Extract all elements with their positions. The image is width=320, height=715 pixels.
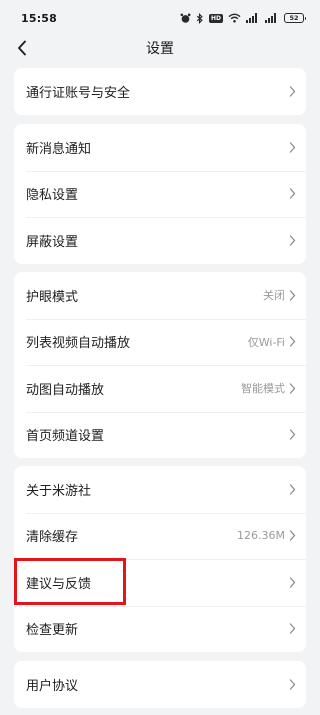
row-message-notification[interactable]: 新消息通知 bbox=[14, 124, 306, 171]
row-value: 仅Wi-Fi bbox=[247, 335, 285, 349]
row-label: 通行证账号与安全 bbox=[26, 85, 131, 101]
bluetooth-icon bbox=[196, 12, 203, 24]
settings-group-notifications: 新消息通知 隐私设置 屏蔽设置 bbox=[14, 124, 306, 264]
chevron-right-icon bbox=[289, 383, 296, 394]
row-label: 护眼模式 bbox=[26, 289, 79, 305]
row-feedback[interactable]: 建议与反馈 bbox=[14, 559, 306, 606]
settings-group-display: 护眼模式 关闭 列表视频自动播放 仅Wi-Fi 动图自动播放 智能模式 首页频道… bbox=[14, 272, 306, 458]
chevron-right-icon bbox=[289, 429, 296, 440]
chevron-right-icon bbox=[289, 530, 296, 541]
row-label: 动图自动播放 bbox=[26, 382, 105, 398]
row-gif-autoplay[interactable]: 动图自动播放 智能模式 bbox=[14, 365, 306, 412]
chevron-right-icon bbox=[289, 679, 296, 690]
row-label: 新消息通知 bbox=[26, 141, 92, 157]
status-icons: HD 52 bbox=[180, 12, 306, 24]
row-label: 用户协议 bbox=[26, 678, 79, 694]
row-label: 列表视频自动播放 bbox=[26, 336, 131, 352]
chevron-right-icon bbox=[289, 86, 296, 97]
settings-group-about: 关于米游社 清除缓存 126.36M 建议与反馈 检查更新 bbox=[14, 466, 306, 652]
row-about[interactable]: 关于米游社 bbox=[14, 466, 306, 513]
status-time: 15:58 bbox=[21, 11, 58, 25]
signal-icon-1 bbox=[246, 13, 257, 23]
row-user-agreement[interactable]: 用户协议 bbox=[14, 661, 306, 708]
chevron-right-icon bbox=[289, 484, 296, 495]
row-value: 智能模式 bbox=[241, 382, 285, 396]
chevron-right-icon bbox=[289, 290, 296, 301]
page-title: 设置 bbox=[146, 41, 174, 57]
row-label: 隐私设置 bbox=[26, 188, 79, 204]
row-label: 检查更新 bbox=[26, 623, 79, 639]
chevron-right-icon bbox=[289, 188, 296, 199]
row-home-channel-settings[interactable]: 首页频道设置 bbox=[14, 411, 306, 459]
row-value: 关闭 bbox=[263, 289, 285, 303]
chevron-right-icon bbox=[289, 142, 296, 153]
row-block-settings[interactable]: 屏蔽设置 bbox=[14, 217, 306, 264]
row-privacy-settings[interactable]: 隐私设置 bbox=[14, 170, 306, 218]
row-eye-protection[interactable]: 护眼模式 关闭 bbox=[14, 272, 306, 319]
row-label: 建议与反馈 bbox=[26, 576, 92, 592]
settings-group-account: 通行证账号与安全 bbox=[14, 68, 306, 115]
row-value: 126.36M bbox=[237, 529, 285, 543]
chevron-right-icon bbox=[289, 577, 296, 588]
row-label: 清除缓存 bbox=[26, 530, 79, 546]
row-label: 屏蔽设置 bbox=[26, 234, 79, 250]
chevron-right-icon bbox=[289, 235, 296, 246]
hd-badge: HD bbox=[208, 13, 223, 23]
chevron-left-icon bbox=[18, 40, 26, 56]
row-label: 关于米游社 bbox=[26, 483, 92, 499]
chevron-right-icon bbox=[289, 623, 296, 634]
row-account-security[interactable]: 通行证账号与安全 bbox=[14, 68, 306, 115]
row-video-autoplay[interactable]: 列表视频自动播放 仅Wi-Fi bbox=[14, 318, 306, 366]
row-clear-cache[interactable]: 清除缓存 126.36M bbox=[14, 512, 306, 560]
signal-icon-2 bbox=[265, 13, 276, 23]
back-button[interactable] bbox=[10, 36, 34, 60]
row-check-update[interactable]: 检查更新 bbox=[14, 605, 306, 653]
settings-group-legal: 用户协议 bbox=[14, 661, 306, 708]
alarm-icon bbox=[180, 13, 191, 23]
chevron-right-icon bbox=[289, 336, 296, 347]
wifi-icon bbox=[228, 13, 241, 23]
row-label: 首页频道设置 bbox=[26, 429, 105, 445]
battery-icon: 52 bbox=[284, 13, 306, 23]
nav-bar: 设置 bbox=[0, 30, 320, 66]
